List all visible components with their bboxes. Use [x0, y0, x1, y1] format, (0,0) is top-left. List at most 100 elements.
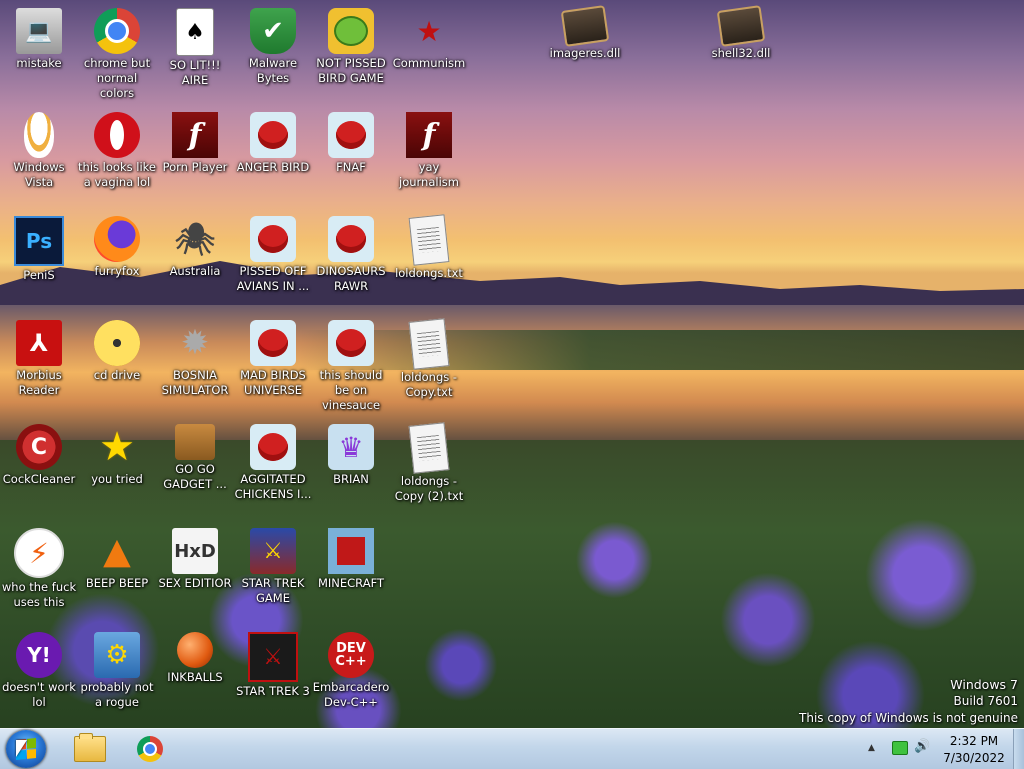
icon-label: PISSED OFF AVIANS IN ... — [236, 264, 310, 293]
cd-disc-icon — [94, 320, 140, 366]
show-hidden-icons-chevron-icon[interactable]: ▲ — [868, 743, 875, 753]
desktop-icon-shell32[interactable]: shell32.dll — [702, 5, 780, 61]
desktop-icon-photoshop[interactable]: Ps PeniS — [0, 216, 78, 283]
desktop-icon-beep-beep[interactable]: ▲ BEEP BEEP — [78, 528, 156, 591]
text-file-icon — [408, 318, 450, 370]
desktop-icon-mad-birds[interactable]: MAD BIRDS UNIVERSE — [234, 320, 312, 398]
icon-label: loldongs.txt — [395, 266, 463, 280]
chrome-icon — [137, 736, 163, 762]
red-bird-icon — [328, 320, 374, 366]
icon-label: SO LIT!!! AIRE — [169, 58, 221, 87]
desktop-icon-chrome[interactable]: chrome but normal colors — [78, 8, 156, 101]
icon-label: probably not a rogue — [80, 680, 154, 709]
clock[interactable]: 2:32 PM 7/30/2022 — [932, 733, 1016, 767]
red-bird-icon — [250, 112, 296, 158]
desktop-icon-star-trek-game[interactable]: ⚔ STAR TREK GAME — [234, 528, 312, 606]
icon-label: Australia — [169, 264, 221, 278]
red-emblem-icon: ★ — [416, 14, 442, 48]
icon-label: STAR TREK GAME — [241, 576, 305, 605]
desktop-icon-bosnia[interactable]: ✹ BOSNIA SIMULATOR — [156, 320, 234, 398]
purple-bird-icon: ♛ — [328, 424, 374, 470]
watermark-build: Build 7601 — [953, 694, 1018, 708]
pdf-reader-icon: ⅄ — [16, 320, 62, 366]
icon-label: MAD BIRDS UNIVERSE — [240, 368, 306, 397]
desktop-icon-rogue[interactable]: ⚙ probably not a rogue — [78, 632, 156, 710]
desktop-icon-opera[interactable]: this looks like a vagina lol — [78, 112, 156, 190]
desktop-icon-loldongs-copy[interactable]: loldongs - Copy.txt — [390, 318, 468, 400]
icon-label: shell32.dll — [711, 46, 771, 60]
icon-label: mistake — [16, 56, 62, 70]
desktop-icon-you-tried[interactable]: ★ you tried — [78, 424, 156, 487]
desktop-icon-cockcleaner[interactable]: C CockCleaner — [0, 424, 78, 487]
desktop-icon-yay-journalism[interactable]: f yay journalism — [390, 112, 468, 190]
desktop-icon-inkballs[interactable]: INKBALLS — [156, 632, 234, 685]
computer-icon: 💻 — [16, 8, 62, 54]
hex-editor-icon: HxD — [172, 528, 218, 574]
desktop-icon-loldongs[interactable]: loldongs.txt — [390, 214, 468, 281]
speaker-icon[interactable]: 🔊 — [914, 739, 930, 754]
desktop-icon-anger-bird[interactable]: ANGER BIRD — [234, 112, 312, 175]
icon-label: BRIAN — [333, 472, 369, 486]
desktop-icon-minecraft[interactable]: MINECRAFT — [312, 528, 390, 591]
desktop-icon-sex-editior[interactable]: HxD SEX EDITIOR — [156, 528, 234, 591]
desktop-icon-star-trek-3[interactable]: ⚔ STAR TREK 3 — [234, 632, 312, 699]
desktop-background[interactable]: 💻 mistake chrome but normal colors ♠ SO … — [0, 0, 1024, 728]
system-tray: ▲ 🔊 2:32 PM 7/30/2022 — [862, 729, 1024, 769]
desktop-icon-doesnt-work[interactable]: Y! doesn't work lol — [0, 632, 78, 710]
desktop-icon-communism[interactable]: ★ Communism — [390, 8, 468, 71]
ink-ball-icon — [177, 632, 213, 668]
desktop-icon-dev-cpp[interactable]: DEV C++ Embarcadero Dev-C++ — [312, 632, 390, 710]
desktop-icon-vinesauce[interactable]: this should be on vinesauce — [312, 320, 390, 413]
clock-date: 7/30/2022 — [943, 751, 1005, 765]
desktop-icon-furryfox[interactable]: furryfox — [78, 216, 156, 279]
ccleaner-icon: C — [16, 424, 62, 470]
icon-label: NOT PISSED BIRD GAME — [316, 56, 386, 85]
desktop-icon-loldongs-copy2[interactable]: loldongs - Copy (2).txt — [390, 422, 468, 504]
desktop-icon-who-uses-this[interactable]: ⚡ who the fuck uses this — [0, 528, 78, 610]
desktop-icon-imageres[interactable]: imageres.dll — [546, 5, 624, 61]
desktop-icon-pig-game[interactable]: NOT PISSED BIRD GAME — [312, 8, 390, 86]
desktop-icon-go-go-gadget[interactable]: GO GO GADGET ... — [156, 424, 234, 492]
taskbar-explorer-button[interactable] — [62, 731, 118, 767]
desktop-icon-brian[interactable]: ♛ BRIAN — [312, 424, 390, 487]
icon-label: furryfox — [94, 264, 140, 278]
dll-file-icon — [716, 5, 766, 47]
desktop-icon-porn-player[interactable]: f Porn Player — [156, 112, 234, 175]
clock-time: 2:32 PM — [949, 734, 999, 748]
icon-label: Communism — [392, 56, 466, 70]
star-trek-icon: ⚔ — [250, 528, 296, 574]
desktop-icon-mistake[interactable]: 💻 mistake — [0, 8, 78, 71]
red-bird-icon — [328, 112, 374, 158]
desktop-icon-fnaf[interactable]: FNAF — [312, 112, 390, 175]
folder-icon — [74, 733, 106, 762]
watermark-version: Windows 7 — [950, 677, 1018, 692]
desktop-icon-aggitated[interactable]: AGGITATED CHICKENS I... — [234, 424, 312, 502]
photoshop-icon: Ps — [14, 216, 64, 266]
icon-label: INKBALLS — [167, 670, 223, 684]
dev-cpp-icon: DEV C++ — [328, 632, 374, 678]
desktop-icon-solitaire[interactable]: ♠ SO LIT!!! AIRE — [156, 8, 234, 88]
icon-label: FNAF — [336, 160, 366, 174]
taskbar-chrome-button[interactable] — [122, 731, 178, 767]
icon-label: doesn't work lol — [2, 680, 76, 709]
desktop-icon-vista[interactable]: Windows Vista — [0, 112, 78, 190]
chrome-icon — [94, 8, 140, 54]
network-icon[interactable] — [892, 741, 908, 755]
desktop-icon-malware[interactable]: ✔ Malware Bytes — [234, 8, 312, 86]
desktop-icon-cd-drive[interactable]: cd drive — [78, 320, 156, 383]
desktop-icon-morbius[interactable]: ⅄ Morbius Reader — [0, 320, 78, 398]
gold-star-icon: ★ — [99, 424, 135, 470]
star-trek-icon: ⚔ — [248, 632, 298, 682]
red-bird-icon — [250, 320, 296, 366]
icon-label: Morbius Reader — [16, 368, 62, 397]
icon-label: MINECRAFT — [317, 576, 385, 590]
icon-label: you tried — [91, 472, 143, 486]
desktop-icon-avians[interactable]: PISSED OFF AVIANS IN ... — [234, 216, 312, 294]
desktop-icon-australia[interactable]: 🕷 Australia — [156, 216, 234, 279]
show-desktop-button[interactable] — [1013, 729, 1024, 769]
icon-label: Embarcadero Dev-C++ — [312, 680, 390, 709]
dll-file-icon — [560, 5, 610, 47]
opera-icon — [94, 112, 140, 158]
gears-icon: ⚙ — [94, 632, 140, 678]
desktop-icon-dinosaurs[interactable]: DINOSAURS RAWR — [312, 216, 390, 294]
